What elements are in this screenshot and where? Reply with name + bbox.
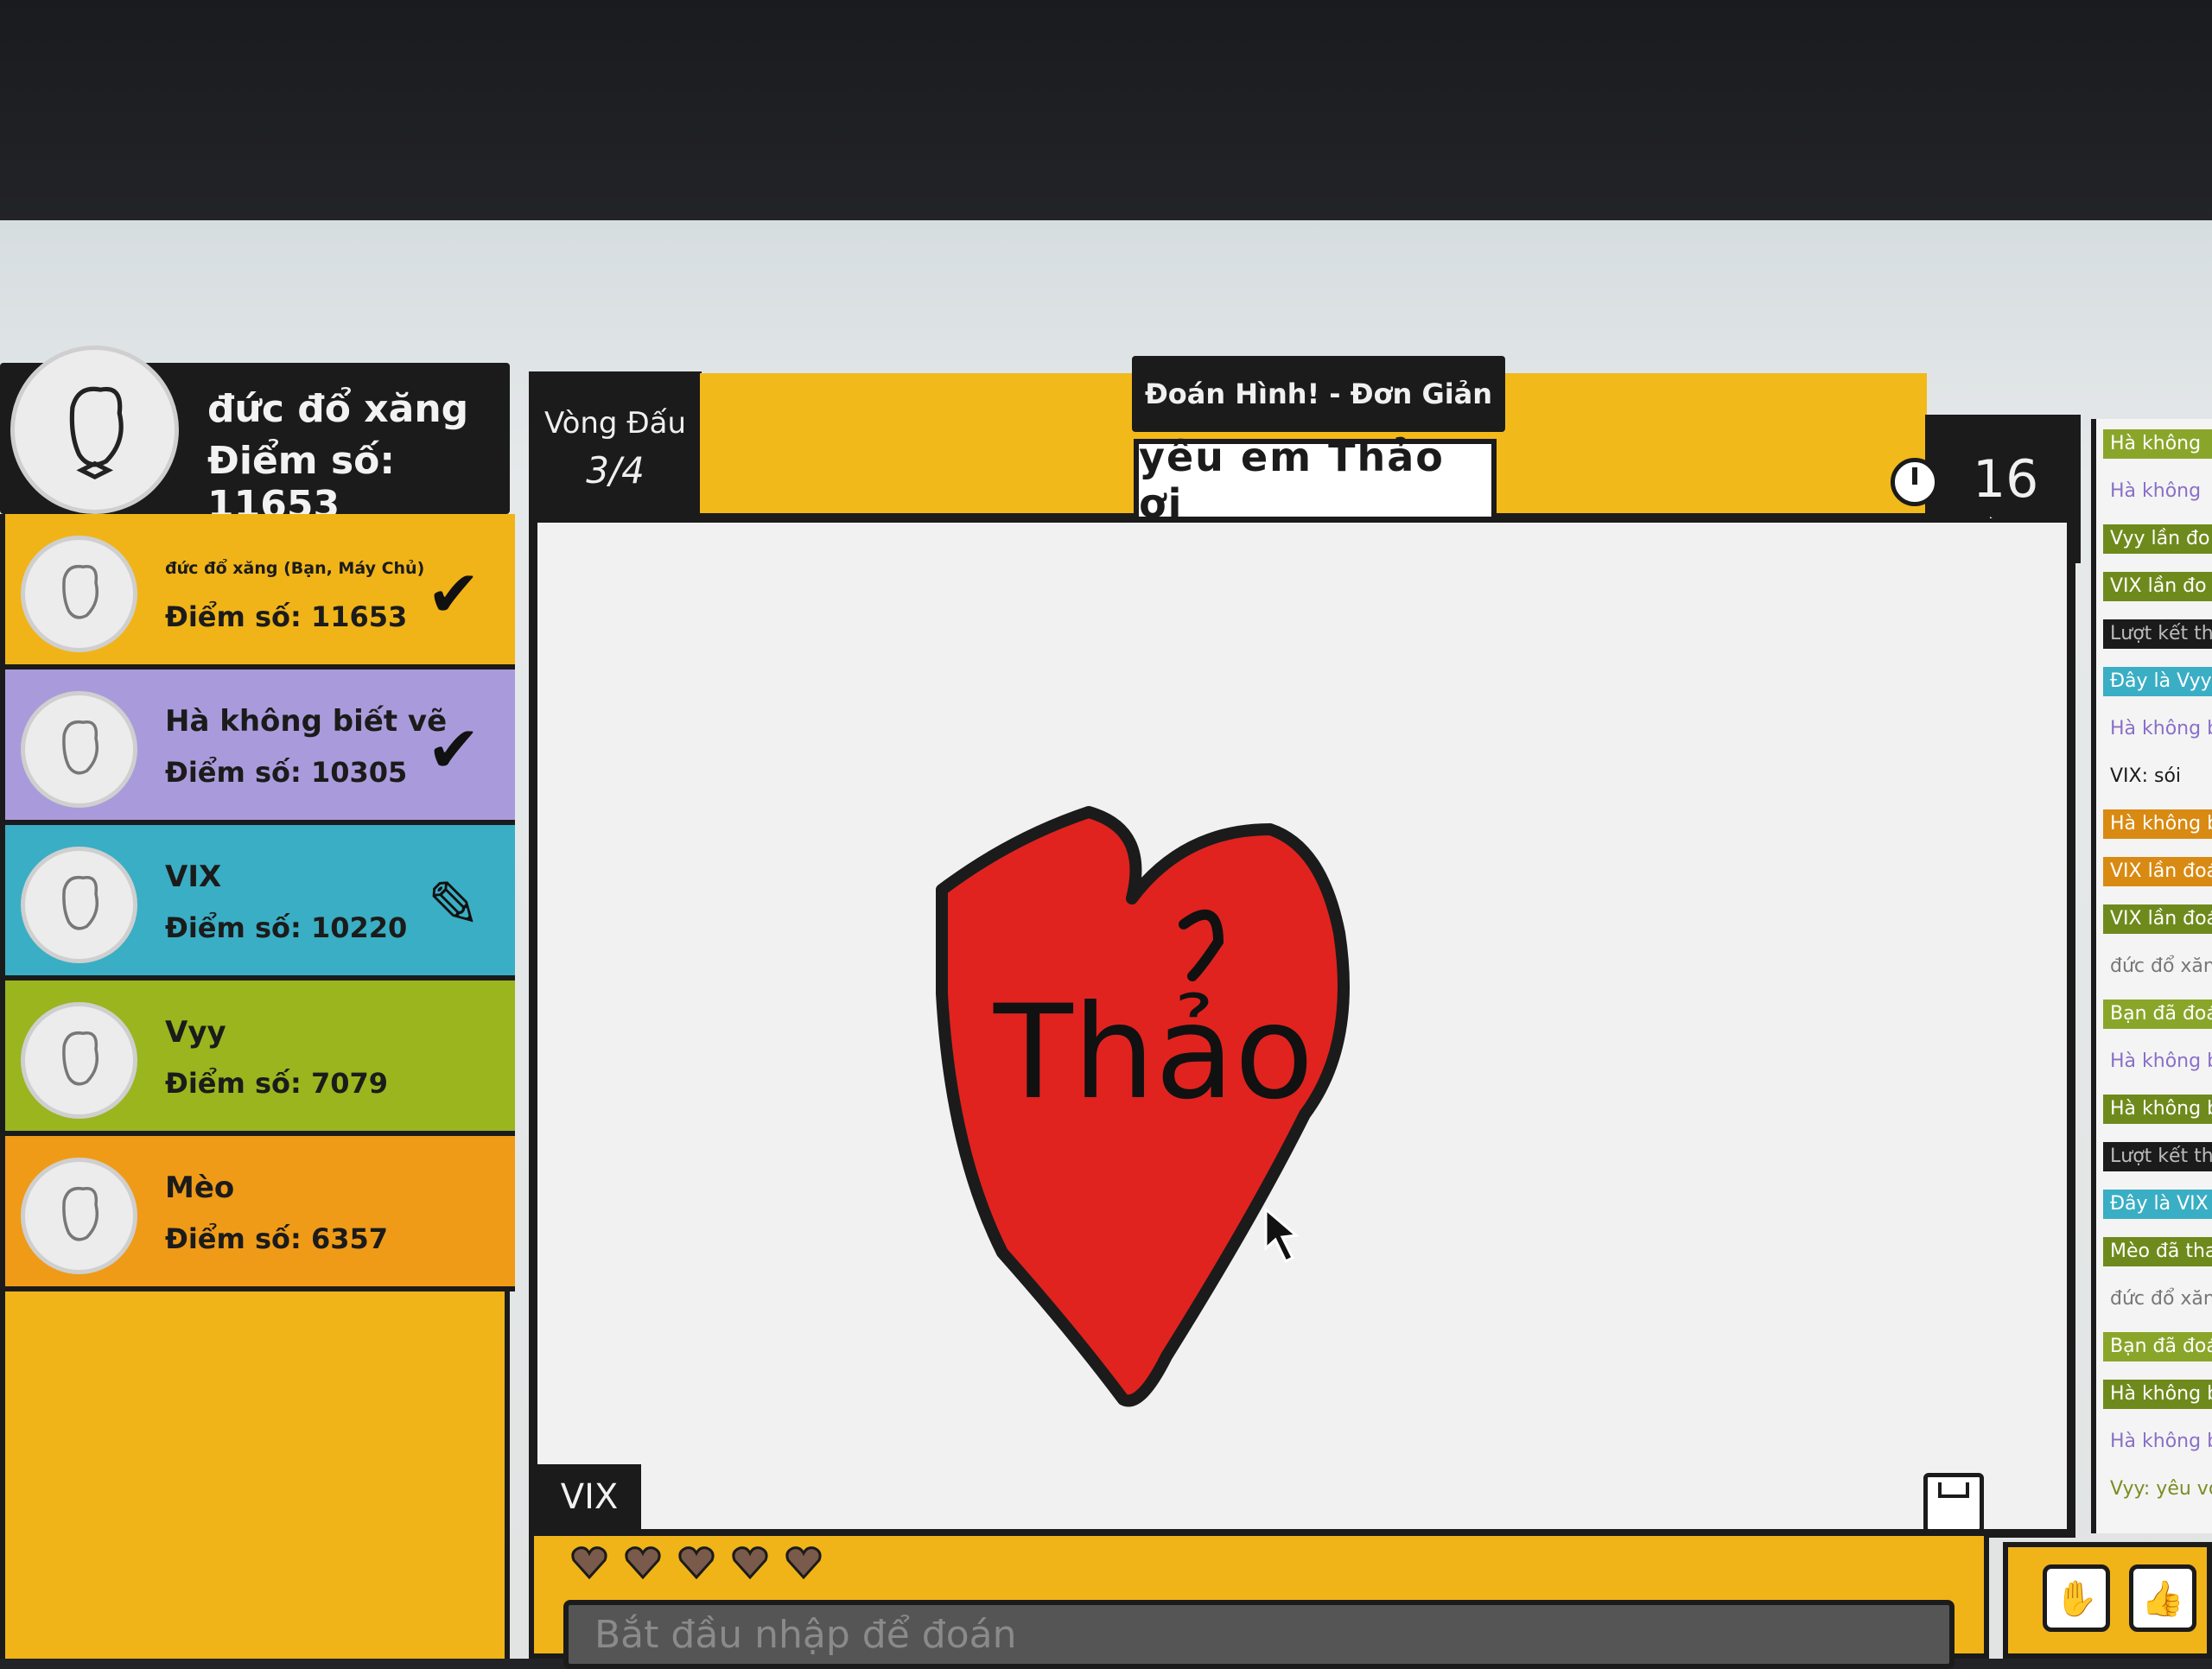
- player-score: Điểm số: 7079: [165, 1067, 388, 1100]
- chat-message: Hà không biết vẽ: [2103, 1095, 2212, 1124]
- player-avatar: [21, 691, 137, 808]
- chat-message: Hà không: [2103, 429, 2212, 459]
- checkmark-icon: ✔: [426, 557, 480, 631]
- players-list: đức đổ xăng (Bạn, Máy Chủ) Điểm số: 1165…: [0, 514, 515, 1659]
- drawing-text: Thảo: [993, 978, 1313, 1128]
- player-name: Hà không biết vẽ: [165, 704, 448, 739]
- chat-message: VIX: sói: [2110, 765, 2182, 787]
- chat-message: Đây là Vyy: [2103, 667, 2212, 696]
- player-card[interactable]: đức đổ xăng (Bạn, Máy Chủ) Điểm số: 1165…: [5, 514, 515, 670]
- face-avatar-icon: [61, 1186, 99, 1241]
- clock-icon: [1891, 458, 1939, 506]
- monitor-bezel: [0, 0, 2212, 233]
- heart-icon: [571, 1546, 607, 1579]
- face-avatar-icon: [61, 720, 99, 775]
- face-avatar-icon: [61, 564, 99, 619]
- heart-icon: [785, 1546, 822, 1579]
- chat-message: Hà không bi: [2110, 718, 2212, 739]
- chat-message: Bạn đã đoán đúng: [2103, 1332, 2212, 1361]
- chat-message: Hà không biết: [2110, 1050, 2212, 1072]
- chat-message: Hà không biết vẽ:: [2110, 1431, 2212, 1452]
- round-indicator: Vòng Đấu 3/4: [529, 371, 702, 525]
- player-avatar: [21, 847, 137, 963]
- mouse-cursor-icon: [1264, 1206, 1300, 1264]
- heart-icon: [625, 1546, 661, 1579]
- chat-message: đức đổ xăng: yêu: [2110, 1288, 2212, 1310]
- current-player-name: đức đổ xăng: [207, 387, 469, 431]
- hand-icon[interactable]: ✋: [2043, 1564, 2110, 1632]
- player-name: đức đổ xăng (Bạn, Máy Chủ): [165, 559, 425, 578]
- game-mode-title: Đoán Hình! - Đơn Giản: [1132, 356, 1505, 432]
- chat-actions: ✋ 👍: [2003, 1542, 2212, 1659]
- player-score: Điểm số: 11653: [165, 600, 408, 633]
- chat-message: Hà không: [2110, 480, 2202, 502]
- player-avatar: [21, 1158, 137, 1274]
- chat-message: VIX lần đoán: [2103, 904, 2212, 934]
- chat-message: VIX lần đo: [2103, 572, 2212, 601]
- player-card[interactable]: VIX Điểm số: 10220 ✎: [5, 825, 515, 980]
- player-score: Điểm số: 10305: [165, 756, 408, 789]
- chat-message: Bạn đã đoán đú: [2103, 999, 2212, 1029]
- heart-icon: [678, 1546, 715, 1579]
- face-avatar-icon: [61, 875, 99, 930]
- chat-message: đức đổ xăng: [2110, 955, 2212, 977]
- chat-message: Vyy lần đo: [2103, 524, 2212, 554]
- face-avatar-icon: [69, 386, 124, 479]
- heart-icon: [732, 1546, 768, 1579]
- chat-message: Mèo đã tham gia: [2103, 1237, 2212, 1266]
- player-card[interactable]: Vyy Điểm số: 7079: [5, 980, 515, 1136]
- player-avatar: [21, 536, 137, 652]
- chat-message: Vyy: yêu vợ Thảo: [2110, 1478, 2212, 1500]
- chat-message: Lượt kết thúc: [2103, 1142, 2212, 1171]
- player-card[interactable]: Mèo Điểm số: 6357: [5, 1136, 515, 1291]
- player-score: Điểm số: 6357: [165, 1222, 388, 1255]
- pencil-icon: ✎: [426, 868, 480, 942]
- chat-message: Hà không biết: [2103, 809, 2212, 839]
- player-card[interactable]: Hà không biết vẽ Điểm số: 10305 ✔: [5, 670, 515, 825]
- thumbs-up-icon[interactable]: 👍: [2129, 1564, 2196, 1632]
- chat-message: Hà không biết vẽ lần: [2103, 1380, 2212, 1409]
- current-drawer-label: VIX: [537, 1464, 641, 1529]
- timer-seconds: 16: [1973, 449, 2039, 510]
- chat-panel[interactable]: Hà không Hà không Vyy lần đo VIX lần đo Lượt…: [2091, 419, 2212, 1533]
- round-value: 3/4: [586, 449, 645, 492]
- round-label: Vòng Đấu: [543, 406, 687, 441]
- face-avatar-icon: [61, 1031, 99, 1086]
- save-icon[interactable]: [1923, 1473, 1984, 1533]
- current-player-avatar: [10, 346, 179, 514]
- player-score: Điểm số: 10220: [165, 911, 408, 944]
- player-avatar: [21, 1002, 137, 1119]
- lives: [570, 1545, 823, 1579]
- checkmark-icon: ✔: [426, 713, 480, 787]
- word-hint: yêu em Thảo ơi: [1134, 434, 1497, 527]
- chat-message: VIX lần đoán: [2103, 857, 2212, 886]
- guess-input[interactable]: [563, 1600, 1955, 1669]
- player-name: Vyy: [165, 1015, 226, 1050]
- chat-message: Lượt kết thúc: [2103, 619, 2212, 649]
- player-name: Mèo: [165, 1171, 235, 1205]
- chat-message: Đây là VIX sẽ lượt: [2103, 1190, 2212, 1219]
- heart-drawing: Thảo: [936, 806, 1350, 1407]
- player-name: VIX: [165, 860, 222, 894]
